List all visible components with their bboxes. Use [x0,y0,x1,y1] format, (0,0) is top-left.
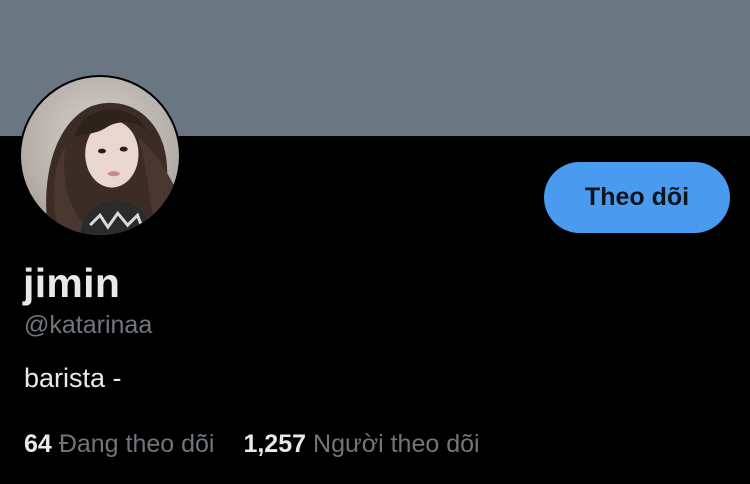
follow-button[interactable]: Theo dõi [544,162,730,233]
following-label: Đang theo dõi [58,430,215,458]
followers-link[interactable]: 1,257 Người theo dõi [243,428,479,460]
avatar[interactable] [19,75,181,237]
profile-header: Theo dõi jimin @katarinaa barista - 64 Đa… [0,0,750,484]
following-count: 64 [24,430,52,458]
followers-label: Người theo dõi [313,430,480,458]
followers-count: 1,257 [243,430,307,458]
following-link[interactable]: 64 Đang theo dõi [24,428,215,460]
display-name: jimin [23,260,121,306]
avatar-image [21,77,179,235]
bio: barista - [24,363,122,393]
handle: @katarinaa [24,311,153,339]
follow-stats: 64 Đang theo dõi 1,257 Người theo dõi [24,428,502,460]
